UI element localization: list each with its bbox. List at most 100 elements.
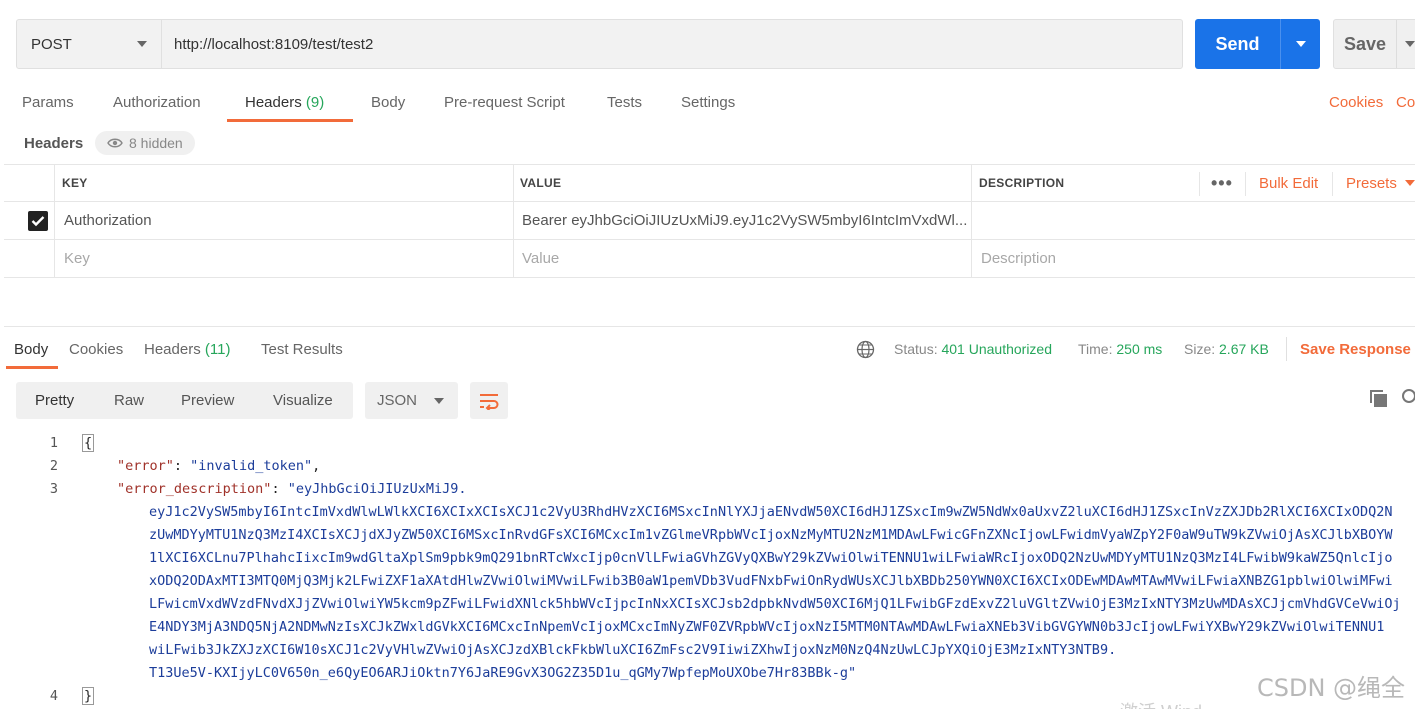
code-line: "error_description": "eyJhbGciOiJIUzUxMi… (117, 481, 467, 497)
tab-count: (9) (305, 94, 325, 111)
resp-tab-test-results[interactable]: Test Results (261, 341, 343, 358)
cookies-link[interactable]: Cookies (1329, 94, 1383, 111)
wrap-lines-button[interactable] (470, 382, 508, 419)
chevron-down-icon (1295, 41, 1306, 47)
csdn-watermark: CSDN @绳全 (1257, 674, 1406, 702)
resp-tab-cookies[interactable]: Cookies (69, 341, 123, 358)
status-label: Status: (894, 341, 938, 357)
header-value-cell[interactable]: Bearer eyJhbGciOiJIUzUxMiJ9.eyJ1c2VySW5m… (522, 202, 967, 239)
resp-tab-headers[interactable]: Headers (11) (144, 341, 230, 358)
globe-icon[interactable] (856, 340, 875, 359)
column-header-key: KEY (62, 176, 88, 190)
response-divider (4, 326, 1415, 327)
hidden-count: 8 hidden (129, 135, 183, 151)
open-brace: { (82, 434, 95, 452)
json-string: "invalid_token" (190, 458, 313, 474)
active-tab-indicator (227, 119, 353, 122)
table-header-row: KEY VALUE DESCRIPTION ••• Bulk Edit Pres… (4, 165, 1415, 202)
os-activation-watermark: 激活 Wind (1120, 698, 1202, 709)
tab-pre-request-script[interactable]: Pre-request Script (444, 94, 565, 111)
tab-label: Body (371, 94, 406, 111)
code-continuation: LFwicmVxdWVzdFNvdXJjZVwiOlwiYW5kcm9pZFwi… (149, 596, 1401, 612)
new-key-input[interactable]: Key (64, 240, 90, 277)
code-continuation: eyJ1c2VySW5mbyI6IntcImVxdWlwLWlkXCI6XCIx… (149, 504, 1393, 520)
more-options-icon[interactable]: ••• (1211, 165, 1233, 201)
json-key: "error_description" (117, 481, 272, 497)
code-continuation: 1lXCI6XCLnu7PlhahcIixcIm9wdGltaXplSm9pbk… (149, 550, 1393, 566)
tab-label: Authorization (113, 94, 201, 111)
code-link[interactable]: Co (1396, 94, 1415, 111)
table-row-new: Key Value Description (4, 240, 1415, 278)
size-value: 2.67 KB (1219, 341, 1269, 357)
line-number: 2 (49, 458, 58, 474)
send-options-button[interactable] (1280, 19, 1320, 69)
chevron-down-icon (434, 397, 444, 404)
tab-body[interactable]: Body (371, 94, 405, 111)
send-label: Send (1215, 33, 1260, 54)
search-icon[interactable] (1400, 388, 1415, 408)
language-label: JSON (377, 392, 418, 409)
tab-label: Params (22, 94, 74, 111)
code-continuation: zUwMDYyMTU1NzQ3MzI4XCIsXCJjdXJyZW50XCI6M… (149, 527, 1393, 543)
url-input[interactable]: http://localhost:8109/test/test2 (162, 20, 1182, 68)
status-value: 401 Unauthorized (941, 341, 1053, 357)
copy-icon[interactable] (1369, 389, 1389, 409)
headers-table: KEY VALUE DESCRIPTION ••• Bulk Edit Pres… (4, 164, 1415, 278)
chevron-down-icon (1405, 180, 1415, 186)
code-continuation: T13Ue5V-KXIjyLC0V650n_e6QyEO6ARJiOktn7Y6… (149, 665, 857, 681)
headers-title: Headers (24, 135, 84, 152)
tab-label: Test Results (261, 341, 343, 358)
active-resp-tab-indicator (6, 366, 58, 369)
tab-authorization[interactable]: Authorization (113, 94, 201, 111)
wrap-lines-icon (480, 393, 499, 410)
header-description-cell[interactable] (979, 202, 1399, 239)
presets-dropdown[interactable]: Presets (1346, 165, 1415, 201)
presets-label: Presets (1346, 174, 1397, 192)
column-header-description: DESCRIPTION (979, 176, 1065, 190)
line-number: 1 (49, 435, 58, 451)
size-label: Size: (1184, 341, 1216, 357)
eye-icon (107, 138, 123, 148)
format-tab-visualize[interactable]: Visualize (273, 392, 333, 409)
method-select[interactable]: POST (17, 20, 162, 68)
row-enabled-checkbox[interactable] (28, 202, 48, 239)
save-options-button[interactable] (1396, 20, 1415, 68)
code-line: "error": "invalid_token", (117, 458, 321, 474)
code-continuation: wiLFwib3JkZXJzXCI6W10sXCJ1c2VyVHlwZVwiOj… (149, 642, 1117, 658)
status-readout: Status: 401 Unauthorized (894, 341, 1052, 357)
bulk-edit-link[interactable]: Bulk Edit (1259, 165, 1318, 201)
tab-headers[interactable]: Headers (9) (245, 94, 324, 111)
save-response-button[interactable]: Save Response (1300, 341, 1411, 358)
time-value: 250 ms (1116, 341, 1163, 357)
close-brace: } (82, 687, 95, 705)
format-tab-preview[interactable]: Preview (181, 392, 234, 409)
tab-params[interactable]: Params (22, 94, 74, 111)
language-select[interactable]: JSON (365, 382, 458, 419)
new-description-input[interactable]: Description (981, 240, 1056, 277)
request-bar: POST http://localhost:8109/test/test2 (16, 19, 1183, 69)
format-tab-pretty[interactable]: Pretty (35, 392, 74, 409)
line-number: 4 (49, 688, 58, 704)
tab-settings[interactable]: Settings (681, 94, 735, 111)
tab-label: Tests (607, 94, 643, 111)
send-button[interactable]: Send (1195, 19, 1320, 69)
tab-label: Pre-request Script (444, 94, 565, 111)
time-readout: Time: 250 ms (1078, 341, 1162, 357)
divider (1286, 337, 1287, 361)
save-label: Save (1344, 33, 1387, 54)
header-key-cell[interactable]: Authorization (64, 202, 152, 239)
tab-label: Headers (144, 341, 201, 358)
tab-tests[interactable]: Tests (607, 94, 642, 111)
save-button[interactable]: Save (1333, 19, 1415, 69)
code-continuation: xODQ2ODAxMTI3MTQ0MjQ3Mjk2LFwiZXF1aXAtdHl… (149, 573, 1393, 589)
format-tab-raw[interactable]: Raw (114, 392, 144, 409)
time-label: Time: (1078, 341, 1113, 357)
request-tabs: Params Authorization Headers (9) Body Pr… (0, 88, 1415, 124)
method-label: POST (31, 35, 72, 53)
tab-label: Settings (681, 94, 736, 111)
code-line: { (82, 434, 95, 452)
hidden-headers-toggle[interactable]: 8 hidden (95, 131, 195, 155)
new-value-input[interactable]: Value (522, 240, 559, 277)
tab-label: Body (14, 341, 49, 358)
resp-tab-body[interactable]: Body (14, 341, 48, 358)
